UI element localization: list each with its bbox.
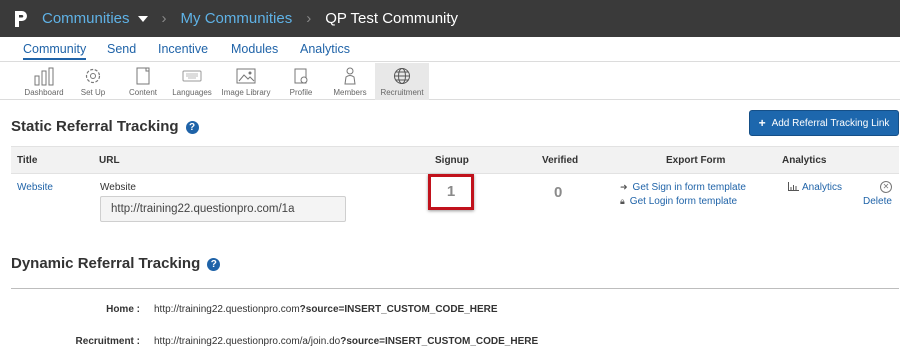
referral-url-field[interactable]: http://training22.questionpro.com/1a bbox=[100, 196, 346, 222]
tool-label: Members bbox=[333, 88, 367, 97]
tool-image-library[interactable]: Image Library bbox=[218, 63, 274, 100]
row-analytics-link[interactable]: Analytics bbox=[788, 182, 842, 193]
dynamic-home-label: Home : bbox=[106, 304, 140, 315]
tool-label: Recruitment bbox=[380, 88, 424, 97]
link-label: Get Sign in form template bbox=[632, 182, 746, 193]
tab-incentive[interactable]: Incentive bbox=[158, 42, 208, 56]
tool-dashboard[interactable]: Dashboard bbox=[18, 63, 70, 100]
column-verified: Verified bbox=[542, 155, 579, 166]
plus-icon: + bbox=[758, 116, 766, 130]
row-title-link[interactable]: Website bbox=[17, 182, 53, 193]
profile-card-icon bbox=[294, 68, 308, 84]
tool-label: Image Library bbox=[221, 88, 271, 97]
tool-recruitment[interactable]: Recruitment bbox=[375, 63, 429, 100]
tool-members[interactable]: Members bbox=[328, 63, 372, 100]
tool-label: Content bbox=[128, 88, 158, 97]
communities-dropdown[interactable]: Communities bbox=[42, 10, 148, 27]
top-navigation-bar: Communities › My Communities › QP Test C… bbox=[0, 0, 900, 37]
column-export-form: Export Form bbox=[666, 155, 726, 166]
page-icon bbox=[136, 67, 150, 85]
section-title: Dynamic Referral Tracking bbox=[11, 255, 201, 272]
breadcrumb-separator: › bbox=[161, 10, 167, 27]
sign-in-icon: ➜ bbox=[620, 182, 628, 192]
tool-label: Dashboard bbox=[24, 88, 64, 97]
gear-icon bbox=[85, 68, 101, 84]
tool-set-up[interactable]: Set Up bbox=[74, 63, 112, 100]
add-referral-tracking-link-button[interactable]: + Add Referral Tracking Link bbox=[749, 110, 899, 136]
tool-label: Profile bbox=[289, 88, 313, 97]
dynamic-recruitment-url: http://training22.questionpro.com/a/join… bbox=[154, 336, 538, 347]
link-label: Analytics bbox=[802, 182, 843, 193]
bar-chart-icon bbox=[788, 182, 799, 191]
image-icon bbox=[236, 68, 256, 84]
breadcrumb-my-communities[interactable]: My Communities bbox=[181, 10, 293, 27]
signup-count: 1 bbox=[428, 174, 474, 210]
get-sign-in-template-link[interactable]: ➜ Get Sign in form template bbox=[620, 182, 746, 193]
breadcrumb-separator: › bbox=[306, 10, 312, 27]
url-param: ?source=INSERT_CUSTOM_CODE_HERE bbox=[299, 304, 498, 315]
section-tabs: Community Send Incentive Modules Analyti… bbox=[0, 37, 900, 62]
globe-icon bbox=[394, 68, 410, 84]
tab-modules[interactable]: Modules bbox=[231, 42, 278, 56]
get-login-template-link[interactable]: 🔒︎ Get Login form template bbox=[620, 196, 737, 207]
person-icon bbox=[344, 67, 356, 85]
column-analytics: Analytics bbox=[782, 155, 827, 166]
section-title: Static Referral Tracking bbox=[11, 118, 179, 135]
url-base: http://training22.questionpro.com bbox=[154, 304, 300, 315]
url-param: ?source=INSERT_CUSTOM_CODE_HERE bbox=[340, 336, 539, 347]
help-icon[interactable]: ? bbox=[185, 121, 199, 134]
link-label: Get Login form template bbox=[629, 196, 738, 207]
tool-label: Languages bbox=[172, 88, 212, 97]
column-title: Title bbox=[17, 155, 38, 166]
questionpro-logo-icon[interactable] bbox=[11, 9, 31, 29]
dynamic-home-url: http://training22.questionpro.com?source… bbox=[154, 304, 498, 315]
keyboard-icon bbox=[182, 70, 202, 82]
button-label: Add Referral Tracking Link bbox=[771, 117, 890, 129]
help-icon[interactable]: ? bbox=[207, 258, 221, 271]
url-label: Website bbox=[100, 182, 136, 193]
tool-profile[interactable]: Profile bbox=[283, 63, 319, 100]
chevron-down-icon bbox=[137, 16, 148, 23]
tool-label: Set Up bbox=[80, 88, 106, 97]
tab-analytics[interactable]: Analytics bbox=[300, 42, 350, 56]
lock-icon: 🔒︎ bbox=[620, 196, 625, 206]
divider bbox=[11, 288, 899, 289]
tool-languages[interactable]: Languages bbox=[169, 63, 215, 100]
close-circle-icon[interactable]: ✕ bbox=[880, 181, 892, 193]
module-toolbar: Dashboard Set Up Content Languages Image… bbox=[0, 63, 900, 100]
tab-community[interactable]: Community bbox=[23, 42, 87, 60]
column-signup: Signup bbox=[435, 155, 469, 166]
breadcrumb-current-community: QP Test Community bbox=[325, 10, 459, 27]
bar-chart-icon bbox=[34, 67, 54, 86]
dynamic-recruitment-label: Recruitment : bbox=[75, 336, 140, 347]
table-header: Title URL Signup Verified Export Form An… bbox=[11, 146, 899, 174]
url-base: http://training22.questionpro.com/a/join… bbox=[154, 336, 341, 347]
tab-send[interactable]: Send bbox=[107, 42, 136, 56]
delete-link[interactable]: Delete bbox=[863, 196, 892, 207]
dynamic-referral-heading: Dynamic Referral Tracking? bbox=[11, 255, 221, 272]
verified-count: 0 bbox=[554, 184, 563, 201]
column-url: URL bbox=[99, 155, 120, 166]
static-referral-heading: Static Referral Tracking? bbox=[11, 118, 199, 135]
tool-content[interactable]: Content bbox=[122, 63, 164, 100]
